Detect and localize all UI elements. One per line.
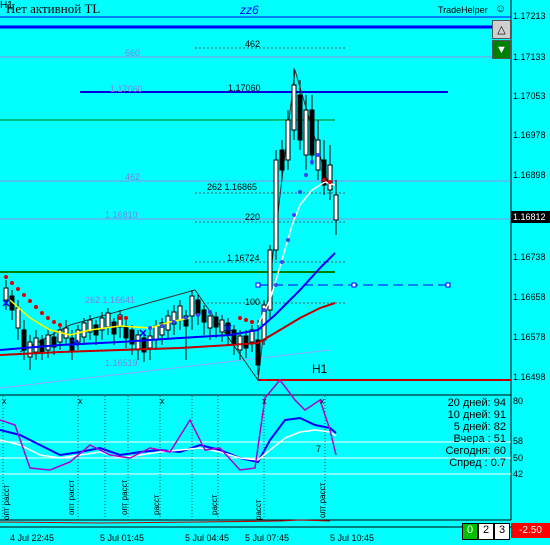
price-tick: 1.16658 <box>513 292 546 302</box>
time-tick: 5 Jul 10:45 <box>330 533 375 543</box>
scroll-up-button[interactable]: △ <box>492 20 511 39</box>
time-tick: 4 Jul 22:45 <box>10 533 55 543</box>
price-tick: 1.16738 <box>513 252 546 262</box>
time-tick: 5 Jul 01:45 <box>100 533 145 543</box>
zz-label: zz6 <box>240 3 259 17</box>
trade-helper-label: TradeHelper <box>438 5 488 15</box>
smiley-icon[interactable]: ☺ <box>495 3 506 15</box>
price-tick: 1.17133 <box>513 52 546 62</box>
price-tick: 1.16978 <box>513 130 546 140</box>
vertical-label: опт расст <box>120 479 129 515</box>
spread-value-badge: -2.50 <box>511 523 550 538</box>
stat-spread: Спред : 0.7 <box>449 457 506 469</box>
stat-yesterday: Вчера : 51 <box>453 433 506 445</box>
price-tick: 1.16898 <box>513 170 546 180</box>
down-arrow-icon: ▼ <box>496 43 507 56</box>
badge-two[interactable]: 2 <box>478 523 494 540</box>
osc-tick: 42 <box>513 469 524 479</box>
level-label: 1.16724 <box>227 253 260 263</box>
vertical-label: опт расст <box>318 482 327 518</box>
svg-text:x: x <box>160 396 165 406</box>
level-label: 1.16810 <box>105 210 138 220</box>
stat-today: Сегодня: 60 <box>445 445 506 457</box>
level-label: 462 <box>245 39 261 49</box>
svg-text:x: x <box>320 396 325 406</box>
up-arrow-icon: △ <box>497 24 506 36</box>
h1-label: H1 <box>312 362 328 376</box>
price-tick: 1.17213 <box>513 11 546 21</box>
level-label: 262 1.16641 <box>85 295 136 305</box>
vertical-label: опт расст <box>67 479 76 515</box>
level-label: 220 <box>245 212 261 222</box>
badge-three[interactable]: 3 <box>494 523 510 540</box>
vertical-label: расст <box>210 494 219 515</box>
osc-tick: 58 <box>513 436 524 446</box>
svg-text:x: x <box>2 396 7 406</box>
price-tick: 1.17053 <box>513 91 546 101</box>
level-label: 100 <box>245 297 261 307</box>
level-label: 1.17060 <box>228 83 261 93</box>
chart-title: Нет активной TL <box>6 1 101 16</box>
scroll-down-button[interactable]: ▼ <box>492 40 511 59</box>
osc-tick: 80 <box>513 396 524 406</box>
blue-dots <box>148 153 320 330</box>
level-label: 262 1.16865 <box>207 182 258 192</box>
time-tick: 5 Jul 04:45 <box>185 533 230 543</box>
svg-text:x: x <box>78 396 83 406</box>
osc-tick: 50 <box>513 453 524 463</box>
timeframe-tag: H1 <box>0 0 13 11</box>
time-tick: 5 Jul 07:45 <box>245 533 290 543</box>
current-price-badge: 1.16812 <box>511 211 550 223</box>
price-tick: 1.16578 <box>513 332 546 342</box>
vertical-label: расст <box>254 499 263 520</box>
osc-blue <box>0 416 337 464</box>
vertical-label: расст <box>152 494 161 515</box>
vertical-label: опт расст <box>2 484 11 520</box>
stat-5-days: 5 дней: 82 <box>453 421 506 433</box>
stat-20-days: 20 дней: 94 <box>447 397 506 409</box>
level-label: 462 <box>125 172 141 182</box>
level-label: 1.17060 <box>110 84 143 94</box>
svg-text:x: x <box>262 396 267 406</box>
sar-dots <box>4 178 332 327</box>
osc-marker: 7 <box>316 444 322 454</box>
badge-zero[interactable]: 0 <box>462 523 478 540</box>
level-label: 1.16519 <box>105 358 138 368</box>
stat-10-days: 10 дней: 91 <box>447 409 506 421</box>
level-label: 660 <box>125 48 141 58</box>
price-tick: 1.16498 <box>513 372 546 382</box>
